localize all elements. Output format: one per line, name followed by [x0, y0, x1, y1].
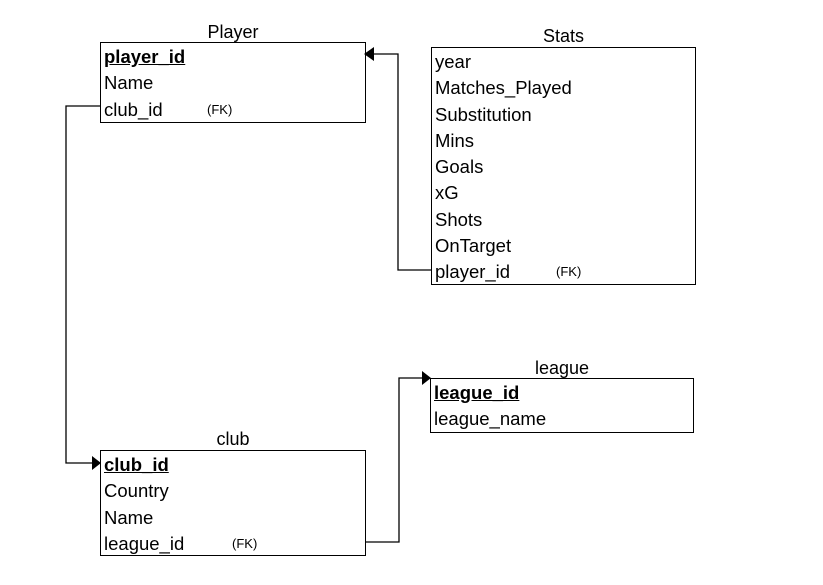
- field-country[interactable]: Country: [101, 478, 365, 504]
- field-label: club_id: [104, 454, 169, 475]
- field-on-target[interactable]: OnTarget: [432, 233, 695, 259]
- field-label: Mins: [435, 129, 475, 151]
- field-label: club_id: [104, 98, 163, 120]
- field-player-id[interactable]: player_id: [101, 44, 365, 70]
- field-league-name[interactable]: league_name: [431, 406, 693, 432]
- field-label: player_id: [435, 261, 511, 283]
- field-club-id[interactable]: club_id (FK): [101, 97, 365, 123]
- field-label: OnTarget: [435, 235, 512, 257]
- field-substitution[interactable]: Substitution: [432, 102, 695, 128]
- entity-player[interactable]: Player player_id Name club_id (FK): [100, 20, 366, 123]
- field-xg[interactable]: xG: [432, 180, 695, 206]
- field-label: xG: [435, 182, 459, 204]
- field-matches-played[interactable]: Matches_Played: [432, 75, 695, 101]
- field-label: Matches_Played: [435, 77, 572, 99]
- connector-stats-to-player: [364, 47, 432, 271]
- field-label: Goals: [435, 156, 484, 178]
- entity-fields: year Matches_Played Substitution Mins Go…: [431, 47, 696, 285]
- field-label: player_id: [104, 46, 186, 67]
- field-label: Shots: [435, 208, 483, 230]
- field-league-id[interactable]: league_id (FK): [101, 531, 365, 557]
- field-year[interactable]: year: [432, 49, 695, 75]
- entity-fields: player_id Name club_id (FK): [100, 42, 366, 123]
- field-goals[interactable]: Goals: [432, 154, 695, 180]
- field-label: league_id: [104, 532, 185, 554]
- field-club-id[interactable]: club_id: [101, 452, 365, 478]
- entity-title: Stats: [542, 26, 585, 46]
- connector-player-to-club: [65, 105, 101, 470]
- entity-league[interactable]: league league_id league_name: [430, 357, 694, 433]
- entity-title: club: [216, 429, 250, 449]
- field-shots[interactable]: Shots: [432, 207, 695, 233]
- field-label: year: [435, 51, 471, 72]
- fk-badge: (FK): [556, 264, 582, 280]
- fk-badge: (FK): [207, 101, 233, 117]
- entity-title: Player: [207, 22, 259, 42]
- entity-fields: league_id league_name: [430, 378, 694, 433]
- entity-club[interactable]: club club_id Country Name league_id (FK): [100, 428, 366, 556]
- field-label: Substitution: [435, 103, 532, 125]
- entity-stats[interactable]: Stats year Matches_Played Substitution M…: [431, 26, 696, 285]
- field-label: Name: [104, 72, 154, 94]
- field-label: league_name: [434, 408, 547, 430]
- field-label: Name: [104, 506, 154, 528]
- entity-title: league: [534, 358, 590, 378]
- field-name[interactable]: Name: [101, 70, 365, 96]
- entity-fields: club_id Country Name league_id (FK): [100, 450, 366, 556]
- fk-badge: (FK): [232, 535, 258, 551]
- field-label: league_id: [434, 382, 520, 403]
- field-player-id[interactable]: player_id (FK): [432, 259, 695, 285]
- field-mins[interactable]: Mins: [432, 128, 695, 154]
- field-league-id[interactable]: league_id: [431, 380, 693, 406]
- field-name[interactable]: Name: [101, 505, 365, 531]
- field-label: Country: [104, 480, 169, 502]
- connector-club-to-league: [366, 371, 431, 543]
